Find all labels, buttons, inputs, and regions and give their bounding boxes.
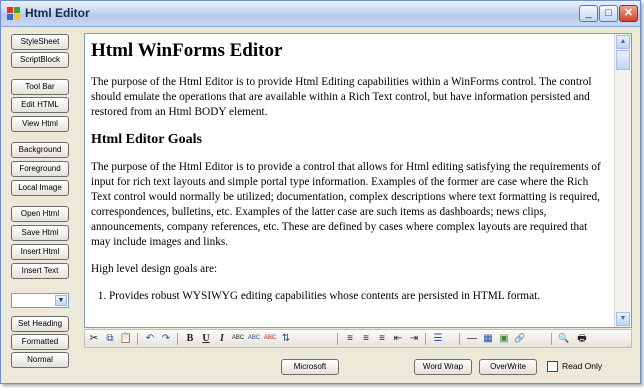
background-button[interactable]: Background [11,142,69,158]
scriptblock-button[interactable]: ScriptBlock [11,52,69,68]
maximize-icon: □ [605,7,612,19]
set-heading-button[interactable]: Set Heading [11,316,69,332]
scroll-up-button[interactable]: ▲ [616,35,630,49]
toolbar-separator [337,333,338,345]
minimize-button[interactable]: _ [579,5,598,22]
app-icon [7,7,20,20]
heading-combo[interactable]: ▼ [11,293,69,308]
horizontal-rule-icon[interactable]: — [465,331,479,346]
italic-icon[interactable]: I [215,331,229,346]
print-icon[interactable]: 🖶 [575,331,589,346]
underline-icon[interactable]: U [199,331,213,346]
word-wrap-button[interactable]: Word Wrap [414,359,472,375]
image-icon[interactable]: ▣ [497,331,511,346]
close-button[interactable]: ✕ [619,5,638,22]
scroll-down-button[interactable]: ▼ [616,312,630,326]
toolbar-separator [177,333,178,345]
toolbar-separator [459,333,460,345]
window-title: Html Editor [25,6,90,20]
list-item: Provides robust WYSIWYG editing capabili… [109,289,607,304]
undo-icon[interactable]: ↶ [143,331,157,346]
maximize-button[interactable]: □ [599,5,618,22]
app-window: Html Editor _ □ ✕ StyleSheet ScriptBlock… [0,0,641,384]
scroll-thumb[interactable] [616,50,630,70]
list-icon[interactable]: ☰ [431,331,445,346]
document-subheading: Html Editor Goals [91,132,202,147]
align-center-icon[interactable]: ≡ [359,331,373,346]
table-icon[interactable]: ▦ [481,331,495,346]
vertical-scrollbar[interactable]: ▲ ▼ [614,34,631,327]
toolbar-separator [551,333,552,345]
document-content: Html WinForms Editor The purpose of the … [91,38,607,304]
microsoft-button[interactable]: Microsoft [281,359,339,375]
formatting-toolbar: ✂ ⧉ 📋 ↶ ↷ B U I ABC ABC ABC ⇅ ≡ ≡ ≡ ⇤ ⇥ … [84,329,632,348]
document-paragraph: High level design goals are: [91,263,218,275]
html-editor-area[interactable]: Html WinForms Editor The purpose of the … [84,33,632,328]
stylesheet-button[interactable]: StyleSheet [11,34,69,50]
align-left-icon[interactable]: ≡ [343,331,357,346]
chevron-down-icon[interactable]: ▼ [55,295,67,306]
paste-icon[interactable]: 📋 [119,331,133,346]
save-html-button[interactable]: Save Html [11,225,69,241]
document-paragraph: The purpose of the Html Editor is to pro… [91,161,601,248]
document-heading: Html WinForms Editor [91,40,283,61]
find-icon[interactable]: 🔍 [557,331,571,346]
bold-icon[interactable]: B [183,331,197,346]
link-icon[interactable]: 🔗 [513,331,527,346]
subscript-icon[interactable]: ABC [263,331,277,346]
toolbar-separator [425,333,426,345]
title-bar: Html Editor _ □ ✕ [1,1,640,27]
toolbar-separator [137,333,138,345]
outdent-icon[interactable]: ⇤ [391,331,405,346]
indent-icon[interactable]: ⇥ [407,331,421,346]
redo-icon[interactable]: ↷ [159,331,173,346]
copy-icon[interactable]: ⧉ [103,331,117,346]
strikethrough-icon[interactable]: ABC [231,331,245,346]
document-paragraph: The purpose of the Html Editor is to pro… [91,76,592,118]
view-html-button[interactable]: View Html [11,116,69,132]
minimize-icon: _ [585,7,592,19]
foreground-button[interactable]: Foreground [11,161,69,177]
formatted-button[interactable]: Formatted [11,334,69,350]
insert-html-button[interactable]: Insert Html [11,244,69,260]
close-icon: ✕ [623,7,634,19]
toolbar-button[interactable]: Tool Bar [11,79,69,95]
goals-list: Provides robust WYSIWYG editing capabili… [91,289,607,304]
overwrite-button[interactable]: OverWrite [479,359,537,375]
local-image-button[interactable]: Local Image [11,180,69,196]
normal-button[interactable]: Normal [11,352,69,368]
read-only-label: Read Only [562,361,603,371]
open-html-button[interactable]: Open Html [11,206,69,222]
sort-icon[interactable]: ⇅ [279,331,293,346]
read-only-check-box[interactable] [547,361,558,372]
align-right-icon[interactable]: ≡ [375,331,389,346]
superscript-icon[interactable]: ABC [247,331,261,346]
insert-text-button[interactable]: Insert Text [11,263,69,279]
edit-html-button[interactable]: Edit HTML [11,97,69,113]
cut-icon[interactable]: ✂ [87,331,101,346]
